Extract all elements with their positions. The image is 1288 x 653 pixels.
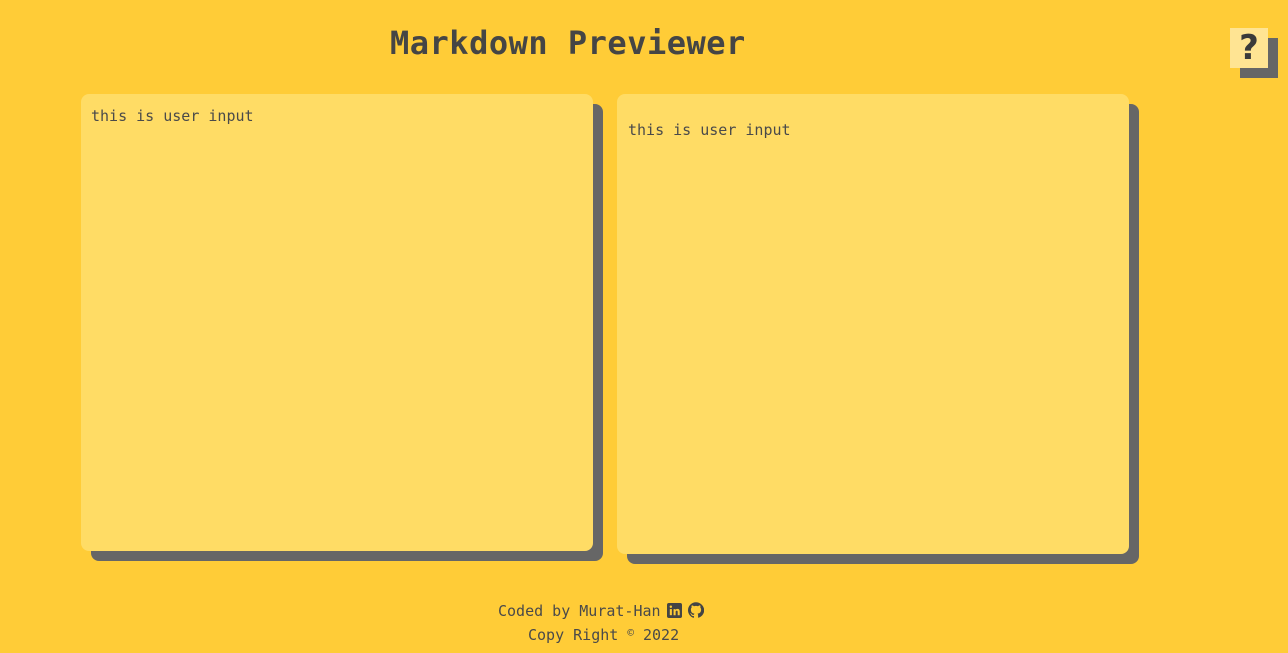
- preview-paragraph: this is user input: [628, 121, 791, 139]
- page-title: Markdown Previewer: [390, 24, 746, 62]
- footer-credit: Coded by Murat-Han: [498, 601, 704, 623]
- help-button[interactable]: ?: [1230, 28, 1268, 68]
- preview-panel: this is user input: [617, 94, 1129, 554]
- coded-by-text: Coded by Murat-Han: [498, 602, 661, 620]
- github-icon[interactable]: [687, 602, 704, 623]
- copyright-symbol: ©: [627, 626, 634, 639]
- markdown-editor[interactable]: [81, 94, 593, 551]
- linkedin-icon[interactable]: [666, 603, 682, 623]
- help-widget: ?: [1230, 28, 1278, 78]
- copyright-year: 2022: [643, 626, 680, 644]
- copyright-label: Copy Right: [528, 626, 619, 644]
- footer-copyright: Copy Right © 2022: [528, 623, 679, 645]
